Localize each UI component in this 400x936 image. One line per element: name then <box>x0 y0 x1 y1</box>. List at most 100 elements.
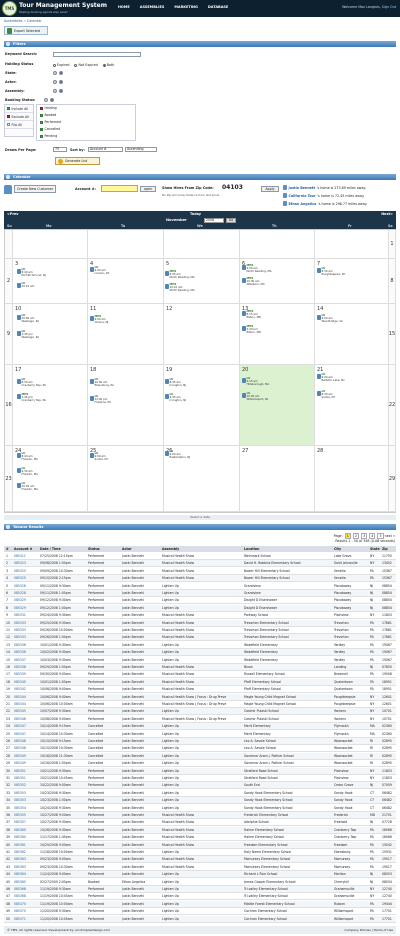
calendar-event[interactable]: LU 1:45 pm Weehago, NJ <box>17 330 39 339</box>
booking-toggle[interactable] <box>44 98 54 102</box>
table-cell[interactable]: 085329 <box>14 597 38 604</box>
table-row[interactable]: 47 085368 11/19/2008 10:45am Performed Justi… <box>4 893 396 901</box>
column-header[interactable]: Zip <box>382 546 396 552</box>
column-header[interactable]: Actor <box>122 546 152 552</box>
footer-links[interactable]: Company Policies | Terms of Use <box>345 926 393 934</box>
calendar-event[interactable]: LU 10:15 am <box>17 282 34 288</box>
status-cancelled[interactable]: Cancelled <box>37 126 135 133</box>
radio-both[interactable]: Both <box>102 63 114 67</box>
radio-expired[interactable]: Expired <box>53 63 69 67</box>
draws-per-page-select[interactable]: 75 <box>53 147 67 152</box>
breadcrumb[interactable]: Assemblies :: Calendar <box>4 19 42 23</box>
table-cell[interactable]: 085360 <box>14 834 38 841</box>
calendar-day-cell[interactable]: 23 <box>5 446 13 512</box>
calendar-day-cell[interactable]: 22 <box>389 365 396 446</box>
table-cell[interactable]: 085331 <box>14 612 38 619</box>
table-cell[interactable]: 085336 <box>14 642 38 649</box>
table-cell[interactable]: 085328 <box>14 583 38 590</box>
calendar-event[interactable]: MHS 9:00 am Verona, NJ <box>90 315 108 324</box>
table-row[interactable]: 27 085348 10/15/2008 10:30am Cancelled Justi… <box>4 745 396 753</box>
table-cell[interactable]: 085349 <box>14 760 38 767</box>
table-cell[interactable]: 085370 <box>14 901 38 908</box>
table-cell[interactable]: 085368 <box>14 893 38 900</box>
account-number-input[interactable] <box>101 185 138 192</box>
year-select[interactable]: 2008 <box>204 218 224 223</box>
next-month-link[interactable]: Next> <box>381 212 393 216</box>
status-performed[interactable]: Performed <box>37 119 135 126</box>
table-cell[interactable]: 085364 <box>14 871 38 878</box>
calendar-day-cell[interactable]: 16 <box>5 365 13 446</box>
sign-out-link[interactable]: Sign Out <box>382 5 396 9</box>
table-cell[interactable]: 085354 <box>14 805 38 812</box>
nav-home[interactable]: HOME <box>118 5 130 9</box>
calendar-event[interactable]: MHS 1:45 pm Cranberry Twp, PA <box>17 393 46 402</box>
sort-order-select[interactable]: Ascending <box>125 147 157 152</box>
column-header[interactable]: City <box>334 546 362 552</box>
calendar-day-cell[interactable]: 12 <box>164 304 240 365</box>
calendar-day-cell[interactable]: 7 <box>315 259 389 304</box>
table-cell[interactable]: 085357 <box>14 819 38 826</box>
table-cell[interactable]: 085329 <box>14 605 38 612</box>
table-cell[interactable]: 085347 <box>14 723 38 730</box>
table-cell[interactable]: 085344 <box>14 701 38 708</box>
calendar-event[interactable]: LU 10:45 am Franklin, MA <box>17 482 38 491</box>
column-header[interactable]: Status <box>88 546 114 552</box>
table-cell[interactable]: 085328 <box>14 590 38 597</box>
table-cell[interactable]: 085353 <box>14 790 38 797</box>
actor-expand-icon[interactable] <box>59 80 63 84</box>
create-customer-button[interactable]: Create New Customer <box>14 185 57 193</box>
table-cell[interactable]: 085311 <box>14 553 38 560</box>
table-cell[interactable]: 085340 <box>14 679 38 686</box>
next-page-link[interactable]: next » <box>385 534 395 538</box>
table-cell[interactable]: 085353 <box>14 797 38 804</box>
go-button[interactable]: Go <box>226 218 236 223</box>
table-row[interactable]: 5 085328 09/11/2008 9:30am Performed Justin … <box>4 583 396 590</box>
table-row[interactable]: 22 085345 10/07/2008 9:30am Performed Justin… <box>4 708 396 716</box>
table-cell[interactable]: 085363 <box>14 856 38 863</box>
table-row[interactable]: 25 085347 10/14/2008 10:30am Cancelled Justi… <box>4 731 396 738</box>
table-cell[interactable]: 085351 <box>14 768 38 775</box>
table-row[interactable]: 4 085325 09/10/2008 2:15pm Performed Justin … <box>4 575 396 583</box>
prev-month-link[interactable]: <Prev <box>7 212 19 216</box>
table-row[interactable]: 15 085337 10/03/2008 9:30am Performed Justin… <box>4 657 396 664</box>
table-cell[interactable]: 085352 <box>14 782 38 789</box>
table-row[interactable]: 18 085340 10/01/2008 1:00pm Performed Justin… <box>4 678 396 686</box>
table-row[interactable]: 6 085328 09/11/2008 1:00pm Performed Justin … <box>4 590 396 597</box>
today-link[interactable]: Today <box>190 212 201 216</box>
calendar-event[interactable]: LU 10:45 am Williamsport, PA <box>242 392 268 401</box>
actor-link[interactable]: Ethan Angelica <box>289 202 317 206</box>
table-cell[interactable]: 085361 <box>14 842 38 849</box>
table-cell[interactable]: 085342 <box>14 686 38 693</box>
booking-collapse-icon[interactable] <box>50 98 54 102</box>
state-expand-icon[interactable] <box>59 71 63 75</box>
table-cell[interactable]: 085348 <box>14 745 38 752</box>
table-row[interactable]: 23 085346 10/08/2008 9:00am Performed Justin… <box>4 716 396 723</box>
calendar-event[interactable]: MHS 8:45 am North Reading, MA <box>165 270 195 279</box>
table-row[interactable]: 20 085344 10/06/2008 9:00am Performed Justin… <box>4 693 396 701</box>
table-cell[interactable]: 085333 <box>14 627 38 634</box>
calendar-day-cell[interactable]: 27 <box>240 446 315 512</box>
calendar-day-cell[interactable]: 15 <box>389 304 396 365</box>
table-row[interactable]: 32 085352 10/22/2008 9:00am Performed Justin… <box>4 782 396 790</box>
table-row[interactable]: 48 085370 11/19/2008 10:00am Performed Justi… <box>4 900 396 908</box>
status-holding[interactable]: Holding <box>37 105 135 112</box>
table-row[interactable]: 36 085355 10/27/2008 9:00am Performed Justin… <box>4 812 396 819</box>
actor-link[interactable]: California Tour <box>289 194 316 198</box>
table-cell[interactable]: 085333 <box>14 634 38 641</box>
table-row[interactable]: 45 085365 02/27/2009 2:00pm Booked Ethan Ang… <box>4 879 396 886</box>
table-cell[interactable]: 085347 <box>14 731 38 738</box>
calendar-event[interactable]: MHS 10:30 am Attleboro, MA <box>242 277 265 286</box>
calendar-day-cell[interactable]: 8 <box>389 259 396 304</box>
table-row[interactable]: 33 085353 10/23/2008 9:30am Performed Justin… <box>4 790 396 797</box>
calendar-event[interactable]: LU 8:30 am Cranberry Twp, PA <box>17 378 46 387</box>
column-header[interactable]: Account # <box>14 546 38 552</box>
table-cell[interactable]: 085345 <box>14 708 38 715</box>
calendar-event[interactable]: LU 8:40 am Franklin, MA <box>17 452 38 461</box>
table-row[interactable]: 7 085329 09/12/2008 9:30am Performed Justin … <box>4 597 396 605</box>
table-cell[interactable]: 085370 <box>14 908 38 915</box>
generate-list-button[interactable]: Generate List <box>55 157 100 165</box>
table-row[interactable]: 37 085357 10/27/2008 9:30am Performed Justin… <box>4 819 396 827</box>
table-row[interactable]: 12 085333 09/26/2008 1:00pm Performed Justin… <box>4 634 396 642</box>
table-cell[interactable]: 085365 <box>14 879 38 886</box>
table-row[interactable]: 1 085311 07/25/2008 12:15pm Performed Justin… <box>4 553 396 560</box>
